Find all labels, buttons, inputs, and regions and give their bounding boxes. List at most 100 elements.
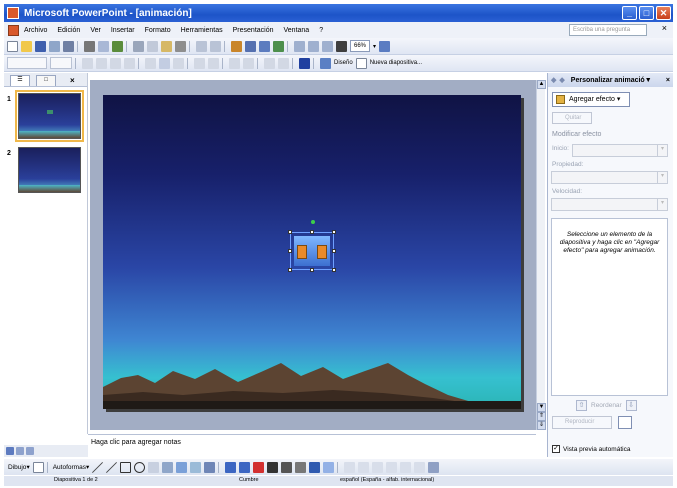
- align-right-icon[interactable]: [173, 57, 184, 69]
- align-left-icon[interactable]: [145, 57, 156, 69]
- start-select[interactable]: ▾: [572, 144, 668, 157]
- shadow-icon[interactable]: [124, 57, 135, 69]
- insert-hyperlink-icon[interactable]: [273, 40, 284, 52]
- extra-tool-icon[interactable]: [386, 461, 398, 473]
- minimize-button[interactable]: _: [622, 6, 637, 20]
- spelling-icon[interactable]: [112, 40, 123, 52]
- design-icon[interactable]: [320, 57, 331, 69]
- menu-formato[interactable]: Formato: [145, 27, 171, 34]
- line-color-icon[interactable]: [239, 461, 251, 473]
- property-select[interactable]: ▾: [551, 171, 668, 184]
- wordart-icon[interactable]: [162, 461, 174, 473]
- document-icon[interactable]: [8, 24, 19, 36]
- underline-icon[interactable]: [110, 57, 121, 69]
- save-icon[interactable]: [35, 40, 46, 52]
- maximize-button[interactable]: □: [639, 6, 654, 20]
- menu-archivo[interactable]: Archivo: [24, 27, 47, 34]
- menu-ver[interactable]: Ver: [90, 27, 101, 34]
- new-document-icon[interactable]: [7, 40, 18, 52]
- font-color-draw-icon[interactable]: [253, 461, 265, 473]
- scroll-down-arrow-icon[interactable]: ▼: [537, 403, 546, 412]
- draw-menu-button[interactable]: Dibujo: [8, 464, 26, 471]
- textbox-icon[interactable]: [148, 461, 160, 473]
- task-pane-close-icon[interactable]: ×: [666, 77, 670, 84]
- extra-tool-icon[interactable]: [358, 461, 370, 473]
- zoom-selector[interactable]: 66%: [350, 40, 371, 52]
- font-name-select[interactable]: [7, 57, 47, 69]
- tab-slides[interactable]: □: [36, 75, 56, 86]
- print-preview-icon[interactable]: [98, 40, 109, 52]
- new-slide-icon[interactable]: [355, 57, 367, 69]
- tab-outline[interactable]: ☰: [10, 75, 30, 86]
- autopreview-checkbox[interactable]: ✓: [552, 445, 560, 453]
- move-down-icon[interactable]: ⇩: [625, 400, 637, 411]
- extra-tool-icon[interactable]: [400, 461, 412, 473]
- decrease-font-icon[interactable]: [243, 57, 254, 69]
- select-objects-icon[interactable]: [32, 461, 44, 473]
- show-formatting-icon[interactable]: [308, 40, 319, 52]
- autopreview-option[interactable]: ✓ Vista previa automática: [552, 445, 630, 453]
- normal-view-icon[interactable]: [6, 447, 14, 455]
- open-folder-icon[interactable]: [21, 40, 32, 52]
- clipart-icon[interactable]: [190, 461, 202, 473]
- close-window-button[interactable]: ✕: [656, 6, 671, 20]
- arrow-style-icon[interactable]: [295, 461, 307, 473]
- expand-all-icon[interactable]: [294, 40, 305, 52]
- remove-button[interactable]: Quitar: [552, 112, 592, 124]
- slideshow-button[interactable]: [618, 416, 632, 429]
- menu-ventana[interactable]: Ventana: [284, 27, 310, 34]
- resize-handle-top-left[interactable]: [288, 230, 292, 234]
- autoshapes-menu-button[interactable]: Autoformas: [53, 464, 86, 471]
- slideshow-view-icon[interactable]: [26, 447, 34, 455]
- animation-list[interactable]: Seleccione un elemento de la diapositiva…: [551, 218, 668, 396]
- color-grayscale-icon[interactable]: [336, 40, 347, 52]
- slide-vertical-scrollbar[interactable]: ▲ ▼ ⇑ ⇓: [536, 80, 546, 430]
- extra-tool-icon[interactable]: [414, 461, 426, 473]
- menu-insertar[interactable]: Insertar: [111, 27, 135, 34]
- add-effect-button[interactable]: Agregar efecto ▾: [552, 92, 630, 107]
- bold-icon[interactable]: [82, 57, 93, 69]
- new-slide-button[interactable]: Nueva diapositiva...: [370, 60, 422, 66]
- insert-picture-icon[interactable]: [204, 461, 216, 473]
- email-icon[interactable]: [63, 40, 74, 52]
- next-slide-icon[interactable]: ⇓: [537, 421, 546, 430]
- extra-tool-icon[interactable]: [428, 461, 440, 473]
- resize-handle-top-right[interactable]: [332, 230, 336, 234]
- permission-icon[interactable]: [49, 40, 60, 52]
- numbering-icon[interactable]: [194, 57, 205, 69]
- powerpoint-app-icon[interactable]: [7, 7, 19, 19]
- selected-clipart-object[interactable]: [288, 220, 336, 272]
- menu-presentacion[interactable]: Presentación: [233, 27, 274, 34]
- italic-icon[interactable]: [96, 57, 107, 69]
- paste-icon[interactable]: [161, 40, 172, 52]
- print-icon[interactable]: [84, 40, 95, 52]
- resize-handle-right[interactable]: [332, 249, 336, 253]
- insert-chart-icon[interactable]: [231, 40, 242, 52]
- format-painter-icon[interactable]: [175, 40, 186, 52]
- help-icon[interactable]: [379, 40, 391, 52]
- notes-pane[interactable]: Haga clic para agregar notas: [88, 434, 536, 457]
- extra-tool-icon[interactable]: [372, 461, 384, 473]
- rectangle-icon[interactable]: [120, 461, 132, 473]
- design-button[interactable]: Diseño: [334, 60, 353, 66]
- task-pane-menu-icon[interactable]: ▼: [645, 77, 652, 84]
- copy-icon[interactable]: [147, 40, 158, 52]
- insert-table-icon[interactable]: [245, 40, 256, 52]
- arrow-icon[interactable]: [106, 461, 118, 473]
- forward-arrow-icon[interactable]: ◆: [559, 76, 564, 84]
- diagram-icon[interactable]: [176, 461, 188, 473]
- dash-style-icon[interactable]: [281, 461, 293, 473]
- undo-icon[interactable]: [196, 40, 207, 52]
- help-question-input[interactable]: Escriba una pregunta: [569, 24, 647, 36]
- show-grid-icon[interactable]: [322, 40, 333, 52]
- slide-thumbnail-2[interactable]: [18, 147, 81, 193]
- 3d-style-icon[interactable]: [323, 461, 335, 473]
- play-button[interactable]: Reproducir: [552, 416, 612, 429]
- decrease-indent-icon[interactable]: [264, 57, 275, 69]
- fill-color-icon[interactable]: [225, 461, 237, 473]
- increase-indent-icon[interactable]: [278, 57, 289, 69]
- rotation-handle[interactable]: [311, 220, 315, 224]
- slide-sorter-view-icon[interactable]: [16, 447, 24, 455]
- cut-icon[interactable]: [133, 40, 144, 52]
- speed-select[interactable]: ▾: [551, 198, 668, 211]
